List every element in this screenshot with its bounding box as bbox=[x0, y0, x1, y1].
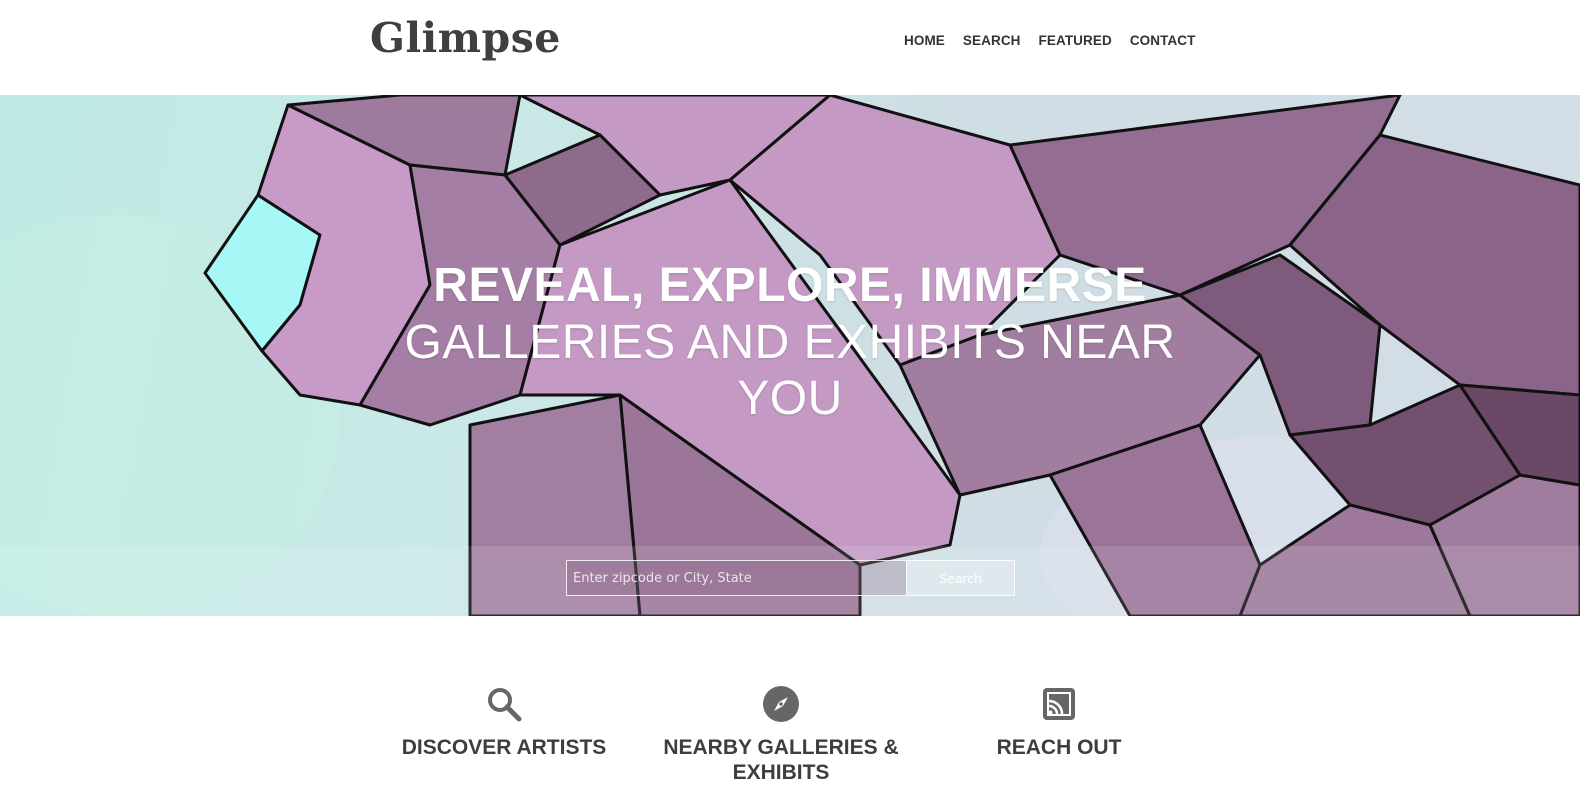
feature-title: NEARBY GALLERIES & EXHIBITS bbox=[663, 736, 899, 784]
feature-nearby-galleries: NEARBY GALLERIES & EXHIBITS bbox=[651, 685, 911, 793]
site-logo[interactable]: Glimpse bbox=[370, 14, 561, 62]
feature-reach-out: REACH OUT bbox=[929, 685, 1189, 768]
feature-title: DISCOVER ARTISTS bbox=[401, 736, 607, 759]
nav-contact[interactable]: CONTACT bbox=[1130, 33, 1196, 48]
search-button[interactable]: Search bbox=[906, 560, 1015, 596]
location-search-input[interactable] bbox=[566, 560, 906, 596]
nav-search[interactable]: SEARCH bbox=[963, 33, 1021, 48]
features-section: DISCOVER ARTISTS NEARBY GALLERIES & EXHI… bbox=[0, 616, 1580, 790]
feature-title: REACH OUT bbox=[996, 736, 1122, 759]
site-header: Glimpse HOME SEARCH FEATURED CONTACT bbox=[0, 0, 1580, 95]
hero-banner: REVEAL, EXPLORE, IMMERSE GALLERIES AND E… bbox=[0, 95, 1580, 616]
hero-subtitle: GALLERIES AND EXHIBITS NEAR YOU bbox=[404, 316, 1176, 425]
feature-discover-artists: DISCOVER ARTISTS bbox=[374, 685, 634, 768]
main-nav: HOME SEARCH FEATURED CONTACT bbox=[904, 33, 1214, 48]
cast-icon bbox=[1043, 688, 1075, 720]
compass-icon bbox=[763, 686, 799, 722]
hero-title: REVEAL, EXPLORE, IMMERSE bbox=[433, 259, 1147, 312]
nav-home[interactable]: HOME bbox=[904, 33, 945, 48]
location-search-form: Search bbox=[566, 560, 1015, 596]
nav-featured[interactable]: FEATURED bbox=[1039, 33, 1112, 48]
search-icon bbox=[488, 688, 522, 722]
